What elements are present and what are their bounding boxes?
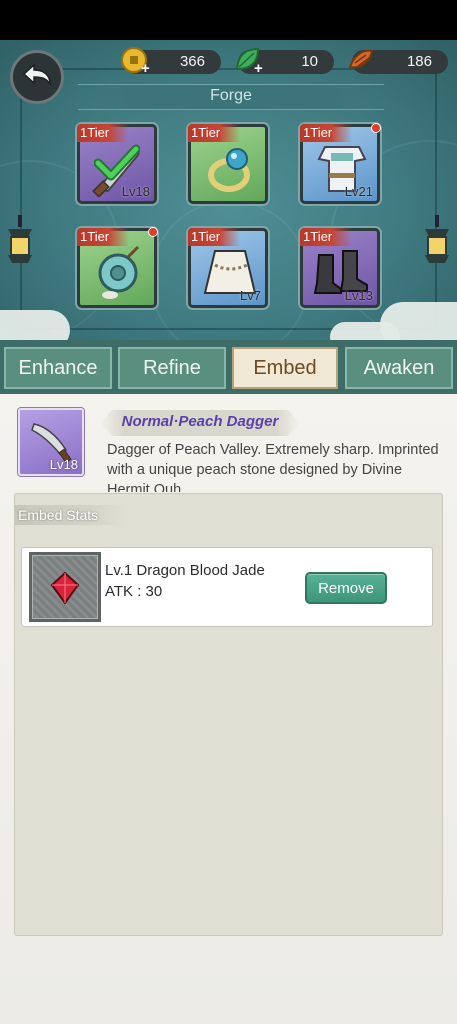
forge-title: Forge (210, 87, 252, 104)
item-level: Lv18 (121, 184, 150, 199)
necklace-icon (98, 245, 140, 299)
item-level: Lv7 (240, 288, 261, 303)
leaf-plus-icon[interactable]: + (254, 60, 263, 77)
left-lantern-icon (8, 215, 32, 263)
notification-dot (148, 227, 158, 237)
tier-badge: 1Tier (188, 124, 241, 142)
leaf-value: 10 (301, 53, 318, 70)
leaf-counter[interactable]: + 10 (235, 47, 334, 77)
ruby-gem-icon (50, 571, 80, 605)
equipment-slot-cloak[interactable]: 1Tier Lv7 (188, 228, 268, 308)
tab-refine[interactable]: Refine (118, 347, 226, 389)
equipment-slot-ring[interactable]: 1Tier (188, 124, 268, 204)
equipment-slot-armor[interactable]: 1Tier Lv21 (300, 123, 381, 204)
selected-item-icon: Lv18 (18, 408, 84, 476)
gem-slot[interactable] (29, 552, 101, 622)
check-icon (94, 144, 140, 181)
tier-badge: 1Tier (300, 124, 353, 142)
right-lantern-icon (425, 215, 449, 263)
tier-badge: 1Tier (188, 228, 241, 246)
coin-counter[interactable]: + 366 (121, 47, 221, 77)
equipment-slot-necklace[interactable]: 1Tier (77, 227, 158, 308)
tab-embed[interactable]: Embed (232, 347, 338, 389)
item-name: Normal·Peach Dagger (121, 413, 279, 430)
ring-icon (208, 148, 250, 192)
tier-badge: 1Tier (77, 228, 130, 246)
tier-badge: 1Tier (77, 124, 130, 142)
equipment-slot-dagger[interactable]: 1Tier Lv18 (77, 124, 157, 204)
item-level: Lv13 (344, 288, 373, 303)
tab-awaken[interactable]: Awaken (345, 347, 453, 389)
horn-icon (348, 49, 374, 69)
horn-counter: 186 (348, 49, 448, 74)
selected-item-level: Lv18 (49, 457, 78, 472)
equipment-slot-boots[interactable]: 1Tier Lv13 (300, 228, 380, 308)
gem-name: Lv.1 Dragon Blood Jade (105, 562, 265, 579)
gem-stat: ATK : 30 (105, 583, 163, 600)
embed-stats-title: Embed Stats (18, 507, 99, 523)
back-button[interactable] (10, 50, 64, 104)
item-level: Lv21 (344, 184, 373, 199)
horn-value: 186 (406, 53, 432, 70)
tier-badge: 1Tier (300, 228, 353, 246)
item-description: Dagger of Peach Valley. Extremely sharp.… (107, 442, 439, 492)
notification-dot (371, 123, 381, 133)
coin-plus-icon[interactable]: + (141, 60, 150, 77)
back-arrow-icon (22, 63, 51, 87)
tab-enhance[interactable]: Enhance (4, 347, 112, 389)
remove-button[interactable]: Remove (305, 572, 387, 604)
status-bar (0, 0, 457, 40)
coin-value: 366 (179, 53, 205, 70)
